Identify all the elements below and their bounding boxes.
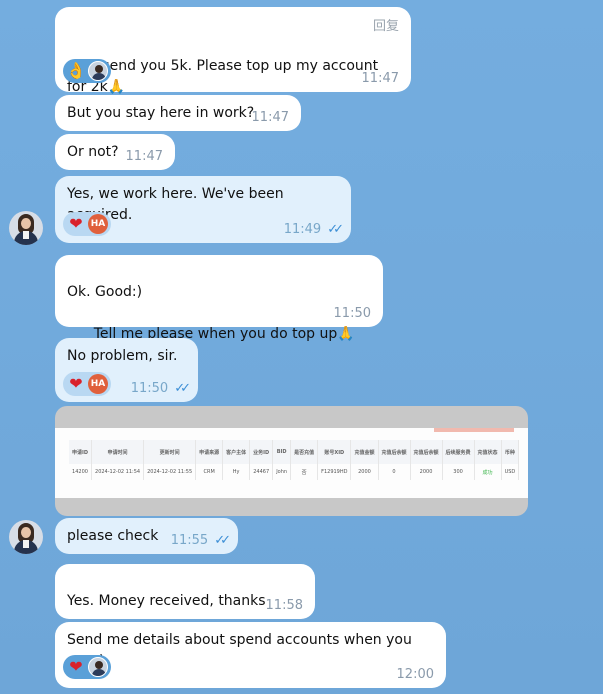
- reactor-initials: HA: [88, 374, 108, 394]
- message-incoming[interactable]: Send me details about spend accounts whe…: [55, 622, 446, 688]
- folded-hands-icon: 🙏: [107, 79, 126, 95]
- message-time: 12:00: [396, 667, 434, 682]
- double-check-icon: ✓✓: [327, 222, 344, 237]
- reply-label[interactable]: 回复: [373, 15, 399, 34]
- message-time: 11:50 ✓✓: [130, 381, 191, 396]
- message-outgoing[interactable]: Yes, we work here. We've been acquired. …: [55, 176, 351, 243]
- screenshot-table: 申请ID 申请时间 更新时间 申请来源 客户主体 业务ID BID 是否充值 账号XID 充…: [69, 440, 520, 480]
- ok-hand-icon[interactable]: 👌: [66, 61, 86, 81]
- folded-hands-icon: 🙏: [337, 326, 355, 342]
- message-time: 11:58: [265, 598, 303, 613]
- message-time: 11:55 ✓✓: [170, 533, 231, 548]
- reactions[interactable]: ❤ HA: [63, 372, 111, 396]
- message-incoming[interactable]: Yes. Money received, thanks 11:58: [55, 564, 315, 619]
- sender-avatar[interactable]: [9, 520, 43, 554]
- reactor-avatar: [88, 61, 108, 81]
- reactions[interactable]: ❤ HA: [63, 212, 111, 236]
- screenshot-table-area: 申请ID 申请时间 更新时间 申请来源 客户主体 业务ID BID 是否充值 账号XID 充…: [55, 428, 528, 498]
- message-time: 11:47: [125, 149, 163, 164]
- message-time: 11:47: [251, 110, 289, 125]
- message-outgoing[interactable]: please check 11:55 ✓✓: [55, 518, 238, 554]
- message-time: 11:47: [361, 71, 399, 86]
- double-check-icon: ✓✓: [214, 533, 231, 548]
- message-text: Send me details about spend accounts whe…: [67, 632, 412, 669]
- message-incoming[interactable]: Or not? 11:47: [55, 134, 175, 170]
- heart-icon[interactable]: ❤: [66, 657, 86, 677]
- message-incoming[interactable]: But you stay here in work? 11:47: [55, 95, 301, 131]
- double-check-icon: ✓✓: [174, 381, 191, 396]
- message-incoming[interactable]: 回复 I send you 5k. Please top up my accou…: [55, 7, 411, 95]
- sender-avatar[interactable]: [9, 211, 43, 245]
- reactor-avatar: [88, 657, 108, 677]
- screenshot-image[interactable]: 申请ID 申请时间 更新时间 申请来源 客户主体 业务ID BID 是否充值 账号XID 充…: [55, 406, 528, 516]
- message-incoming[interactable]: Ok. Good:) Tell me please when you do to…: [55, 255, 383, 342]
- reactions[interactable]: 👌: [63, 59, 111, 83]
- chat-area: 回复 I send you 5k. Please top up my accou…: [0, 0, 603, 694]
- message-time: 11:49 ✓✓: [283, 222, 344, 237]
- reactions[interactable]: ❤: [63, 655, 111, 679]
- heart-icon[interactable]: ❤: [66, 374, 86, 394]
- message-time: 11:50: [333, 306, 371, 321]
- message-text: No problem, sir.: [67, 348, 178, 364]
- heart-icon[interactable]: ❤: [66, 214, 86, 234]
- message-text-line: Ok. Good:): [67, 284, 143, 300]
- reactor-initials: HA: [88, 214, 108, 234]
- message-outgoing[interactable]: No problem, sir. ❤ HA 11:50 ✓✓: [55, 338, 198, 402]
